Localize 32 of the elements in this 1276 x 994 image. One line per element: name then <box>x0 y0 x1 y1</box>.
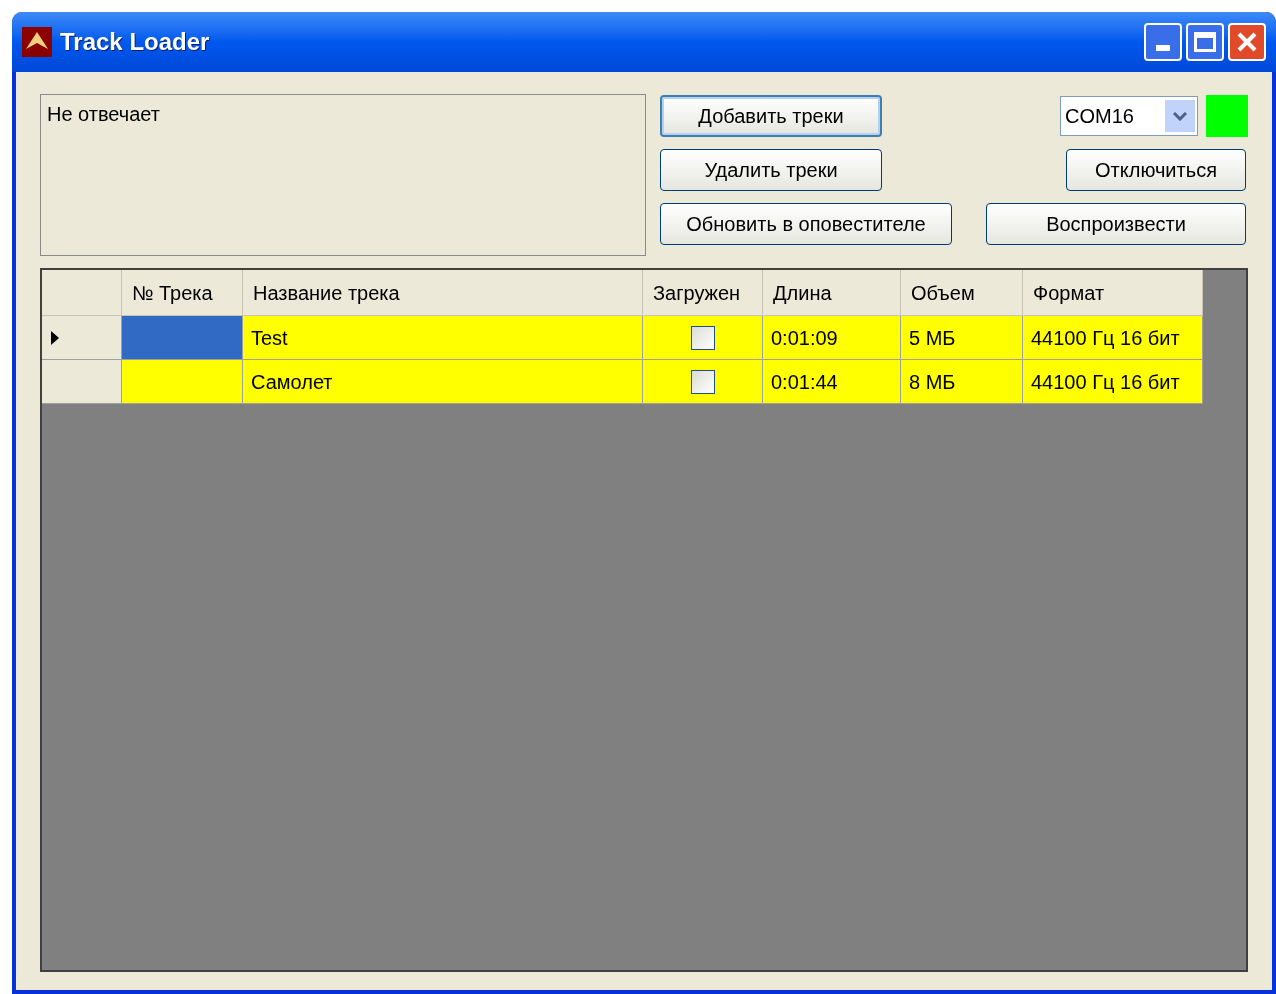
table-cell: Test <box>243 316 643 360</box>
minimize-icon <box>1156 45 1170 51</box>
table-cell: 44100 Гц 16 бит <box>1023 360 1203 404</box>
column-header[interactable]: Загружен <box>643 270 763 316</box>
loaded-checkbox[interactable] <box>690 369 715 394</box>
table-cell: Самолет <box>243 360 643 404</box>
add-tracks-button[interactable]: Добавить треки <box>660 95 882 137</box>
column-header[interactable]: Объем <box>901 270 1023 316</box>
disconnect-button[interactable]: Отключиться <box>1066 149 1246 191</box>
close-icon <box>1236 31 1258 53</box>
table-cell: 0:01:09 <box>763 316 901 360</box>
maximize-button[interactable] <box>1186 23 1224 61</box>
table-cell: 0:01:44 <box>763 360 901 404</box>
table-cell: 44100 Гц 16 бит <box>1023 316 1203 360</box>
column-header[interactable]: Длина <box>763 270 901 316</box>
table-cell: 5 МБ <box>901 316 1023 360</box>
table-cell: 8 МБ <box>901 360 1023 404</box>
status-text-box: Не отвечает <box>40 94 646 256</box>
update-notifier-button[interactable]: Обновить в оповестителе <box>660 203 952 245</box>
port-dropdown[interactable]: COM16 <box>1060 96 1198 136</box>
column-header[interactable]: Название трека <box>243 270 643 316</box>
loaded-checkbox[interactable] <box>690 325 715 350</box>
close-button[interactable] <box>1228 23 1266 61</box>
remove-tracks-button[interactable]: Удалить треки <box>660 149 882 191</box>
minimize-button[interactable] <box>1144 23 1182 61</box>
maximize-icon <box>1194 32 1216 52</box>
column-header[interactable]: Формат <box>1023 270 1203 316</box>
play-button[interactable]: Воспроизвести <box>986 203 1246 245</box>
dropdown-caret-icon <box>1173 111 1187 121</box>
column-header[interactable]: № Трека <box>122 270 243 316</box>
window-title: Track Loader <box>60 27 210 57</box>
app-logo-icon <box>22 27 52 57</box>
